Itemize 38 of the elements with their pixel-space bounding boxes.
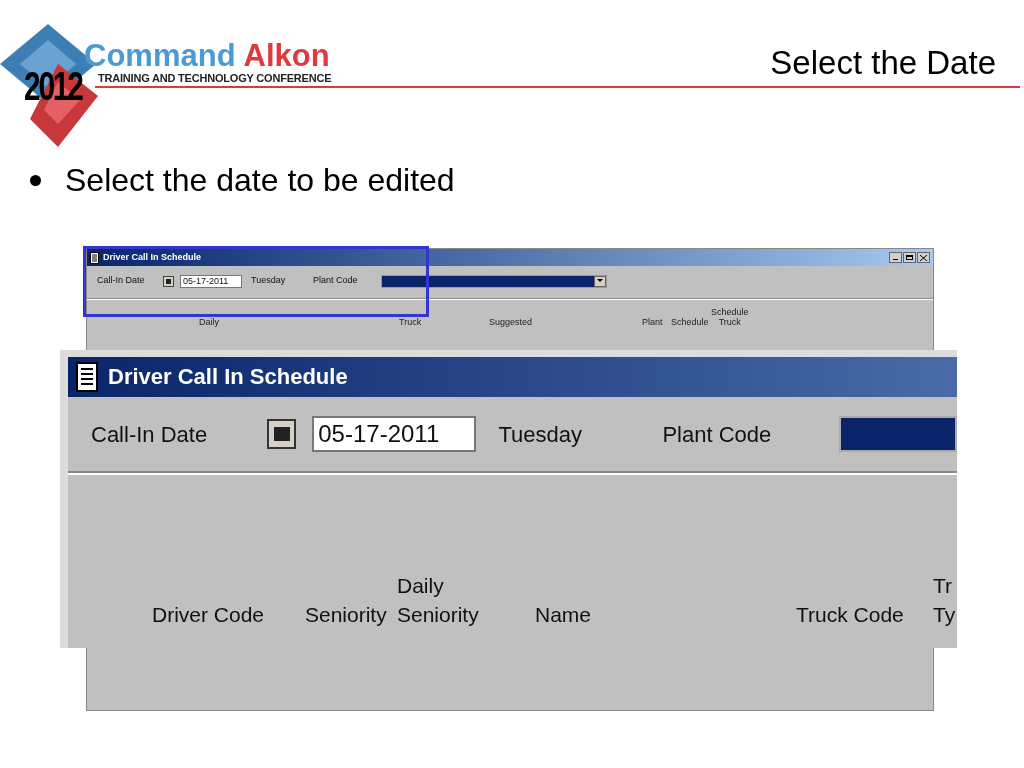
bullet-icon — [30, 174, 41, 186]
plant-code-label: Plant Code — [313, 274, 359, 288]
bullet-text: Select the date to be edited — [65, 164, 455, 196]
logo-tagline: TRAINING AND TECHNOLOGY CONFERENCE — [98, 73, 332, 84]
logo-brand: Command — [84, 40, 236, 71]
plant-code-label: Plant Code — [662, 420, 773, 449]
column-header: Seniority — [305, 602, 387, 628]
close-button[interactable] — [917, 252, 930, 263]
date-field[interactable]: 05-17-2011 — [180, 274, 242, 288]
window-title: Driver Call In Schedule — [103, 253, 202, 262]
column-header: Daily Seniority — [397, 573, 479, 628]
call-in-date-label: Call-In Date — [97, 274, 146, 288]
dropdown-arrow-icon — [597, 279, 603, 283]
calendar-button[interactable] — [266, 419, 297, 449]
minimize-button[interactable] — [889, 252, 902, 263]
plant-code-dropdown[interactable] — [381, 274, 607, 288]
slide-title: Select the Date — [770, 46, 996, 79]
maximize-button[interactable] — [903, 252, 916, 263]
column-header: Tr Ty — [933, 573, 956, 628]
column-header: Truck — [399, 317, 422, 327]
column-header: Daily — [199, 317, 219, 327]
column-header: Schedule Truck — [711, 307, 749, 327]
plant-code-dropdown[interactable] — [839, 416, 957, 452]
document-icon — [76, 362, 98, 392]
column-header: Schedule — [671, 317, 709, 327]
column-header: Driver Code — [152, 602, 265, 628]
column-header: Plant — [642, 317, 663, 327]
window-title: Driver Call In Schedule — [108, 366, 348, 388]
date-field[interactable]: 05-17-2011 — [312, 416, 477, 452]
document-icon — [90, 251, 99, 264]
calendar-button[interactable] — [163, 275, 174, 287]
column-header: Suggested — [489, 317, 533, 327]
weekday-label: Tuesday — [251, 274, 287, 288]
column-header: Truck Code — [796, 602, 904, 628]
column-header: Name — [535, 602, 592, 628]
weekday-label: Tuesday — [498, 420, 583, 449]
logo-brand: Alkon — [243, 40, 330, 71]
call-in-date-label: Call-In Date — [91, 420, 209, 449]
